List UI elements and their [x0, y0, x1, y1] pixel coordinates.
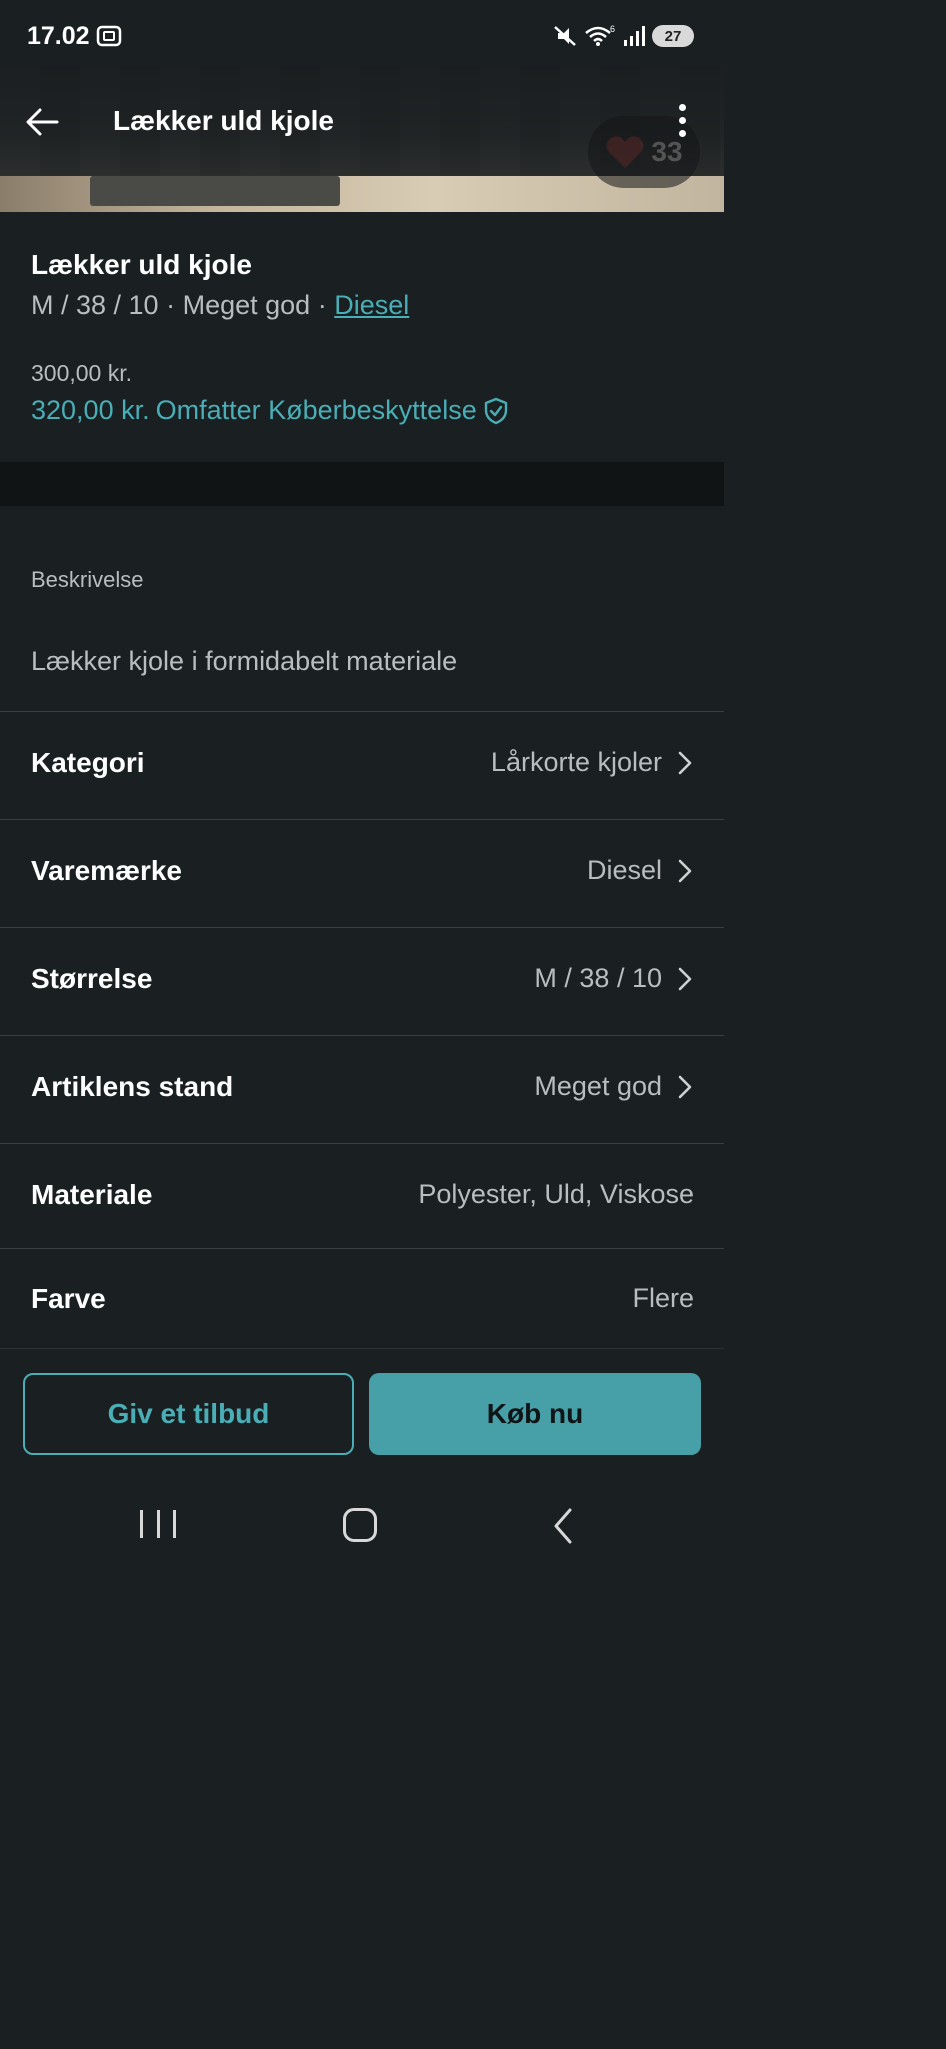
- item-size: M / 38 / 10: [31, 290, 159, 320]
- attribute-label: Størrelse: [31, 963, 153, 994]
- status-time: 17.02: [27, 22, 90, 50]
- system-back-button[interactable]: [548, 1506, 578, 1546]
- attribute-row-material: Materiale Polyester, Uld, Viskose: [0, 1145, 724, 1249]
- attribute-value: Meget god: [534, 1071, 694, 1102]
- attribute-row-category[interactable]: Kategori Lårkorte kjoler: [0, 713, 724, 820]
- battery-indicator: 27: [652, 25, 694, 47]
- buyer-protection-link[interactable]: 320,00 kr. Omfatter Køberbeskyttelse: [31, 395, 509, 426]
- attribute-label: Varemærke: [31, 855, 183, 886]
- make-offer-button[interactable]: Giv et tilbud: [23, 1373, 354, 1455]
- signal-icon: [624, 26, 645, 46]
- chevron-right-icon: [678, 859, 692, 882]
- description-text: Lækker kjole i formidabelt materiale: [31, 646, 458, 676]
- shield-check-icon: [484, 397, 507, 424]
- attribute-value: Lårkorte kjoler: [491, 747, 694, 778]
- price-with-protection: 320,00 kr.: [31, 395, 150, 425]
- attribute-value: M / 38 / 10: [534, 963, 694, 994]
- attribute-value: Flere: [632, 1283, 694, 1313]
- description-section: Beskrivelse Lækker kjole i formidabelt m…: [0, 506, 724, 712]
- attribute-value: Polyester, Uld, Viskose: [418, 1179, 694, 1209]
- attribute-label: Artiklens stand: [31, 1071, 234, 1102]
- attribute-label: Materiale: [31, 1179, 153, 1210]
- protection-label: Omfatter Køberbeskyttelse: [155, 395, 477, 425]
- page-title: Lækker uld kjole: [113, 105, 334, 136]
- svg-text:6: 6: [610, 24, 615, 34]
- wifi-icon: 6: [585, 24, 615, 46]
- arrow-left-icon: [26, 108, 59, 136]
- item-condition: Meget god: [182, 290, 311, 320]
- attribute-label: Farve: [31, 1283, 106, 1314]
- chevron-right-icon: [678, 751, 692, 774]
- screenshot-icon: [96, 25, 122, 47]
- system-nav-bar: [0, 1458, 724, 1568]
- section-divider: [0, 462, 724, 506]
- item-price: 300,00 kr.: [31, 360, 133, 386]
- action-bar: Giv et tilbud Køb nu: [0, 1348, 724, 1458]
- description-label: Beskrivelse: [31, 567, 144, 592]
- item-title: Lækker uld kjole: [31, 249, 252, 280]
- attribute-label: Kategori: [31, 747, 145, 778]
- meta-separator: ·: [166, 290, 176, 320]
- attribute-value: Diesel: [587, 855, 694, 886]
- status-bar: 17.02 6 27: [0, 0, 724, 66]
- more-options-button[interactable]: [664, 98, 700, 142]
- home-button[interactable]: [343, 1508, 377, 1542]
- mute-icon: [554, 26, 576, 46]
- more-vertical-icon: [678, 103, 686, 111]
- chevron-right-icon: [678, 1075, 692, 1098]
- attribute-row-size[interactable]: Størrelse M / 38 / 10: [0, 929, 724, 1036]
- meta-separator: ·: [317, 290, 327, 320]
- attribute-row-brand[interactable]: Varemærke Diesel: [0, 821, 724, 928]
- recent-apps-button[interactable]: [140, 1510, 176, 1540]
- attribute-row-color: Farve Flere: [0, 1249, 724, 1348]
- attribute-row-condition[interactable]: Artiklens stand Meget god: [0, 1037, 724, 1144]
- brand-link[interactable]: Diesel: [334, 290, 409, 320]
- heart-icon: [606, 136, 644, 168]
- back-button[interactable]: [20, 100, 64, 144]
- status-icons: 6 27: [552, 24, 694, 48]
- chevron-right-icon: [678, 967, 692, 990]
- buy-now-button[interactable]: Køb nu: [369, 1373, 701, 1455]
- item-meta: M / 38 / 10 · Meget god · Diesel: [31, 290, 409, 321]
- item-summary: Lækker uld kjole M / 38 / 10 · Meget god…: [0, 212, 724, 462]
- photo-object: [90, 176, 340, 206]
